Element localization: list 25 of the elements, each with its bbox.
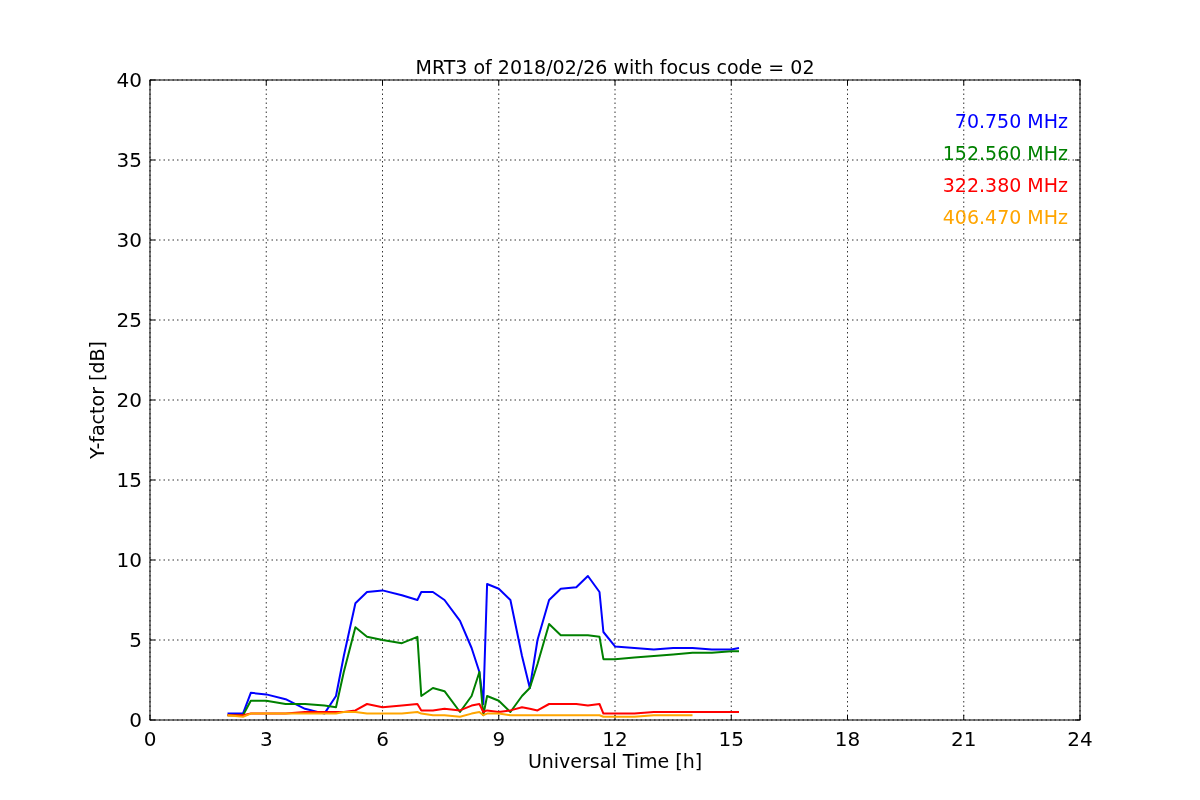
tick-label: 0 [129, 708, 142, 732]
tick-label: 24 [1067, 727, 1093, 751]
y-axis-label: Y-factor [dB] [86, 341, 108, 459]
tick-label: 5 [129, 628, 142, 652]
legend-label: 322.380 MHz [942, 174, 1068, 196]
legend-label: 70.750 MHz [954, 110, 1068, 132]
tick-label: 15 [718, 727, 744, 751]
tick-label: 21 [951, 727, 977, 751]
tick-label: 20 [116, 388, 142, 412]
chart-title: MRT3 of 2018/02/26 with focus code = 02 [415, 56, 815, 78]
tick-label: 0 [143, 727, 157, 751]
tick-label: 12 [602, 727, 628, 751]
tick-label: 25 [116, 308, 142, 332]
tick-label: 9 [492, 727, 506, 751]
tick-label: 18 [834, 727, 861, 751]
legend-label: 152.560 MHz [942, 142, 1068, 164]
x-axis-label: Universal Time [h] [527, 750, 703, 772]
tick-label: 30 [116, 228, 142, 252]
tick-label: 3 [259, 727, 273, 751]
legend-label: 406.470 MHz [942, 206, 1068, 228]
tick-label: 6 [376, 727, 389, 751]
tick-label: 10 [116, 548, 142, 572]
tick-label: 40 [116, 68, 142, 92]
tick-label: 15 [116, 468, 142, 492]
tick-label: 35 [116, 148, 142, 172]
